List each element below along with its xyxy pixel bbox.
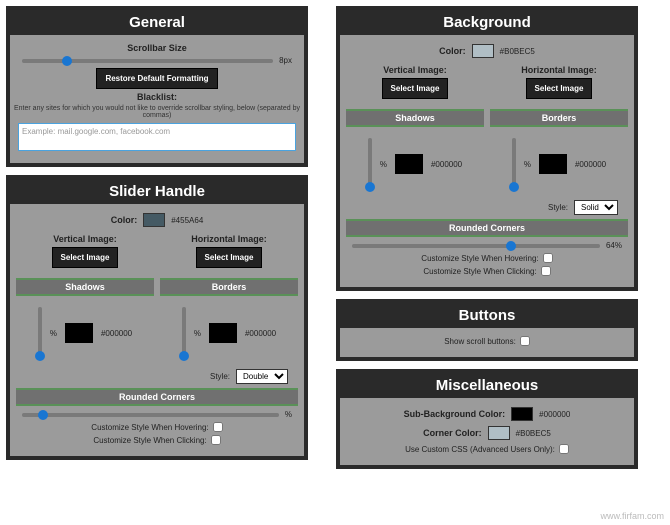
slider-himg-button[interactable]: Select Image bbox=[196, 247, 263, 268]
slider-border-opacity[interactable] bbox=[182, 307, 186, 359]
bg-shadow-opacity[interactable] bbox=[368, 138, 372, 190]
slider-hover-checkbox[interactable] bbox=[213, 422, 223, 432]
slider-shadow-opacity[interactable] bbox=[38, 307, 42, 359]
subbg-swatch[interactable] bbox=[511, 407, 533, 421]
corner-label: Corner Color: bbox=[423, 428, 482, 438]
restore-defaults-button[interactable]: Restore Default Formatting bbox=[96, 68, 217, 89]
bg-rounded-slider[interactable] bbox=[352, 244, 600, 248]
slider-hover-label: Customize Style When Hovering: bbox=[91, 423, 208, 432]
background-title: Background bbox=[340, 10, 634, 35]
slider-vimg-label: Vertical Image: bbox=[53, 234, 117, 244]
slider-border-style-select[interactable]: Double bbox=[236, 369, 288, 384]
bg-himg-label: Horizontal Image: bbox=[521, 65, 597, 75]
bg-color-hex: #B0BEC5 bbox=[500, 47, 535, 56]
slider-border-swatch[interactable] bbox=[209, 323, 237, 343]
blacklist-input[interactable]: Example: mail.google.com, facebook.com bbox=[18, 123, 296, 151]
bg-hover-label: Customize Style When Hovering: bbox=[421, 254, 538, 263]
misc-panel: Miscellaneous Sub-Background Color:#0000… bbox=[336, 369, 638, 469]
bg-rounded-value: 64% bbox=[606, 241, 622, 250]
background-panel: Background Color: #B0BEC5 Vertical Image… bbox=[336, 6, 638, 291]
bg-border-opacity[interactable] bbox=[512, 138, 516, 190]
misc-title: Miscellaneous bbox=[340, 373, 634, 398]
bg-click-label: Customize Style When Clicking: bbox=[423, 267, 536, 276]
show-scroll-label: Show scroll buttons: bbox=[444, 337, 516, 346]
slider-color-hex: #455A64 bbox=[171, 216, 203, 225]
buttons-panel: Buttons Show scroll buttons: bbox=[336, 299, 638, 361]
bg-hover-checkbox[interactable] bbox=[543, 253, 553, 263]
bg-vimg-label: Vertical Image: bbox=[383, 65, 447, 75]
slider-shadows-title: Shadows bbox=[16, 278, 154, 296]
slider-himg-label: Horizontal Image: bbox=[191, 234, 267, 244]
buttons-title: Buttons bbox=[340, 303, 634, 328]
bg-himg-button[interactable]: Select Image bbox=[526, 78, 593, 99]
custom-css-checkbox[interactable] bbox=[559, 444, 569, 454]
slider-color-swatch[interactable] bbox=[143, 213, 165, 227]
bg-click-checkbox[interactable] bbox=[541, 266, 551, 276]
slider-color-label: Color: bbox=[111, 215, 138, 225]
scrollbar-size-slider[interactable] bbox=[22, 59, 273, 63]
corner-swatch[interactable] bbox=[488, 426, 510, 440]
slider-handle-panel: Slider Handle Color: #455A64 Vertical Im… bbox=[6, 175, 308, 460]
slider-title: Slider Handle bbox=[10, 179, 304, 204]
custom-css-label: Use Custom CSS (Advanced Users Only): bbox=[405, 445, 555, 454]
bg-border-swatch[interactable] bbox=[539, 154, 567, 174]
bg-color-label: Color: bbox=[439, 46, 466, 56]
bg-rounded-title: Rounded Corners bbox=[346, 219, 628, 237]
bg-color-swatch[interactable] bbox=[472, 44, 494, 58]
scrollbar-size-label: Scrollbar Size bbox=[10, 43, 304, 53]
bg-borders-title: Borders bbox=[490, 109, 628, 127]
slider-click-checkbox[interactable] bbox=[211, 435, 221, 445]
bg-vimg-button[interactable]: Select Image bbox=[382, 78, 449, 99]
slider-vimg-button[interactable]: Select Image bbox=[52, 247, 119, 268]
scrollbar-size-value: 8px bbox=[279, 56, 292, 65]
watermark: www.firfam.com bbox=[600, 511, 664, 521]
slider-borders-title: Borders bbox=[160, 278, 298, 296]
blacklist-label: Blacklist: bbox=[10, 92, 304, 102]
blacklist-help: Enter any sites for which you would not … bbox=[10, 105, 304, 119]
bg-border-style-select[interactable]: Solid bbox=[574, 200, 618, 215]
bg-shadows-title: Shadows bbox=[346, 109, 484, 127]
subbg-label: Sub-Background Color: bbox=[404, 409, 506, 419]
slider-rounded-slider[interactable] bbox=[22, 413, 279, 417]
slider-shadow-swatch[interactable] bbox=[65, 323, 93, 343]
general-panel: General Scrollbar Size 8px Restore Defau… bbox=[6, 6, 308, 167]
slider-click-label: Customize Style When Clicking: bbox=[93, 436, 206, 445]
slider-rounded-title: Rounded Corners bbox=[16, 388, 298, 406]
bg-shadow-swatch[interactable] bbox=[395, 154, 423, 174]
show-scroll-checkbox[interactable] bbox=[520, 336, 530, 346]
general-title: General bbox=[10, 10, 304, 35]
